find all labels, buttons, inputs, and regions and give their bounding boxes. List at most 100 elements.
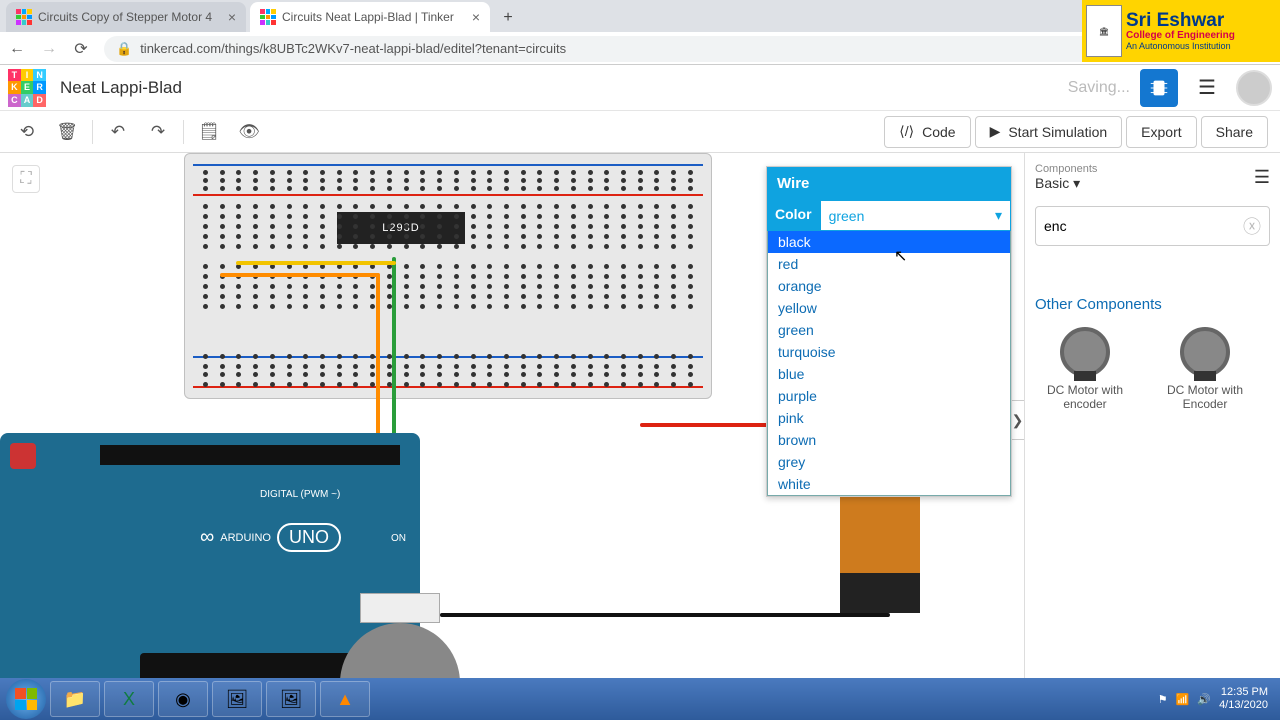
- color-option-green[interactable]: green: [768, 319, 1010, 341]
- college-ssub: An Autonomous Institution: [1126, 41, 1235, 51]
- breadboard-row: [203, 284, 693, 289]
- separator: [183, 120, 184, 144]
- user-avatar[interactable]: [1236, 70, 1272, 106]
- wire-property-panel: Wire Color green ▾ blackredorangeyellowg…: [766, 166, 1012, 497]
- browser-tab-1[interactable]: Circuits Neat Lappi-Blad | Tinker ×: [250, 2, 490, 32]
- code-button[interactable]: ⟨/⟩ Code: [884, 116, 970, 148]
- lock-icon: 🔒: [116, 41, 132, 57]
- college-sub: College of Engineering: [1126, 30, 1235, 41]
- component-search[interactable]: ⓧ: [1035, 206, 1270, 246]
- circuit-view-button[interactable]: [1140, 69, 1178, 107]
- new-tab-button[interactable]: +: [494, 4, 522, 32]
- share-button[interactable]: Share: [1201, 116, 1268, 148]
- color-label: Color: [767, 200, 820, 231]
- components-group-select[interactable]: Basic ▾: [1035, 175, 1097, 192]
- search-input[interactable]: [1044, 218, 1243, 234]
- taskbar-app-1[interactable]: 🖼: [212, 681, 262, 717]
- chevron-down-icon: ▾: [995, 207, 1002, 224]
- wire-black[interactable]: [440, 613, 890, 617]
- color-option-yellow[interactable]: yellow: [768, 297, 1010, 319]
- color-option-brown[interactable]: brown: [768, 429, 1010, 451]
- forward-button[interactable]: →: [40, 40, 58, 58]
- college-name: Sri Eshwar: [1126, 11, 1235, 30]
- tray-volume-icon[interactable]: 🔊: [1197, 693, 1211, 706]
- close-icon[interactable]: ×: [472, 9, 480, 25]
- breadboard-row: [203, 224, 693, 229]
- power-rail: [193, 164, 703, 166]
- pin-header: [100, 445, 400, 465]
- taskbar-vlc[interactable]: ▲: [320, 681, 370, 717]
- play-icon: ▶: [990, 123, 1001, 140]
- wire-orange[interactable]: [220, 273, 380, 277]
- close-icon[interactable]: ×: [228, 9, 236, 25]
- breadboard-row: [203, 304, 693, 309]
- other-components-heading: Other Components: [1035, 296, 1270, 313]
- favicon-icon: [260, 9, 276, 25]
- motor-icon: [1060, 327, 1110, 377]
- arduino-logo: ∞ ARDUINO UNO: [200, 523, 341, 552]
- breadboard-row: [203, 234, 693, 239]
- battery-base: [840, 573, 920, 613]
- rotate-button[interactable]: ⟲: [12, 117, 42, 147]
- tab-title-1: Circuits Neat Lappi-Blad | Tinker: [282, 10, 454, 24]
- taskbar-chrome[interactable]: ◉: [158, 681, 208, 717]
- system-tray[interactable]: ⚑ 📶 🔊 12:35 PM 4/13/2020: [1158, 686, 1274, 712]
- college-watermark: 🏛 Sri Eshwar College of Engineering An A…: [1082, 0, 1280, 62]
- motor-icon: [1180, 327, 1230, 377]
- clear-icon[interactable]: ⓧ: [1243, 213, 1261, 239]
- start-simulation-button[interactable]: ▶ Start Simulation: [975, 116, 1123, 148]
- arduino-pwm-label: DIGITAL (PWM ~): [260, 489, 340, 500]
- connector-component[interactable]: [360, 593, 440, 623]
- visibility-button[interactable]: 👁: [234, 117, 264, 147]
- windows-logo-icon: [15, 688, 37, 710]
- color-option-orange[interactable]: orange: [768, 275, 1010, 297]
- list-view-button[interactable]: ☰: [1254, 167, 1270, 188]
- zoom-fit-button[interactable]: ⛶: [12, 165, 40, 193]
- code-icon: ⟨/⟩: [899, 123, 914, 140]
- taskbar-app-2[interactable]: 🖼: [266, 681, 316, 717]
- browser-tab-0[interactable]: Circuits Copy of Stepper Motor 4 ×: [6, 2, 246, 32]
- tinkercad-logo-icon[interactable]: TINKERCAD: [8, 69, 46, 107]
- project-name[interactable]: Neat Lappi-Blad: [60, 78, 182, 98]
- component-dc-motor-encoder-2[interactable]: DC Motor with Encoder: [1155, 327, 1255, 411]
- taskbar-clock[interactable]: 12:35 PM 4/13/2020: [1219, 686, 1274, 712]
- component-dc-motor-encoder-1[interactable]: DC Motor with encoder: [1035, 327, 1135, 411]
- notes-button[interactable]: 🗒: [194, 117, 224, 147]
- property-title: Wire: [767, 167, 1011, 200]
- reload-button[interactable]: ⟳: [72, 39, 90, 59]
- breadboard-row: [203, 186, 693, 191]
- undo-button[interactable]: ↶: [103, 117, 133, 147]
- components-label: Components: [1035, 163, 1097, 175]
- favicon-icon: [16, 9, 32, 25]
- wire-yellow[interactable]: [236, 261, 396, 265]
- schematic-view-button[interactable]: ☰: [1188, 69, 1226, 107]
- color-option-blue[interactable]: blue: [768, 363, 1010, 385]
- power-rail: [193, 194, 703, 196]
- taskbar-excel[interactable]: X: [104, 681, 154, 717]
- color-select[interactable]: green ▾: [820, 200, 1011, 231]
- taskbar-explorer[interactable]: 📁: [50, 681, 100, 717]
- chevron-down-icon: ▾: [1073, 175, 1080, 191]
- breadboard-row: [203, 170, 693, 175]
- app-header: TINKERCAD Neat Lappi-Blad Saving... ☰: [0, 65, 1280, 111]
- reset-button-icon: [10, 443, 36, 469]
- editor-toolbar: ⟲ 🗑 ↶ ↷ 🗒 👁 ⟨/⟩ Code ▶ Start Simulation …: [0, 111, 1280, 153]
- color-option-pink[interactable]: pink: [768, 407, 1010, 429]
- color-option-grey[interactable]: grey: [768, 451, 1010, 473]
- tray-flag-icon[interactable]: ⚑: [1158, 693, 1168, 706]
- college-logo-icon: 🏛: [1086, 5, 1122, 57]
- tray-network-icon[interactable]: 📶: [1176, 693, 1190, 706]
- delete-button[interactable]: 🗑: [52, 117, 82, 147]
- color-option-red[interactable]: red: [768, 253, 1010, 275]
- start-button[interactable]: [6, 679, 46, 719]
- panel-collapse-handle[interactable]: ❯: [1010, 400, 1024, 440]
- color-option-purple[interactable]: purple: [768, 385, 1010, 407]
- color-option-black[interactable]: black: [768, 231, 1010, 253]
- color-option-white[interactable]: white: [768, 473, 1010, 495]
- export-button[interactable]: Export: [1126, 116, 1196, 148]
- color-option-turquoise[interactable]: turquoise: [768, 341, 1010, 363]
- redo-button[interactable]: ↷: [143, 117, 173, 147]
- breadboard-row: [203, 364, 693, 369]
- back-button[interactable]: ←: [8, 40, 26, 58]
- breadboard-row: [203, 214, 693, 219]
